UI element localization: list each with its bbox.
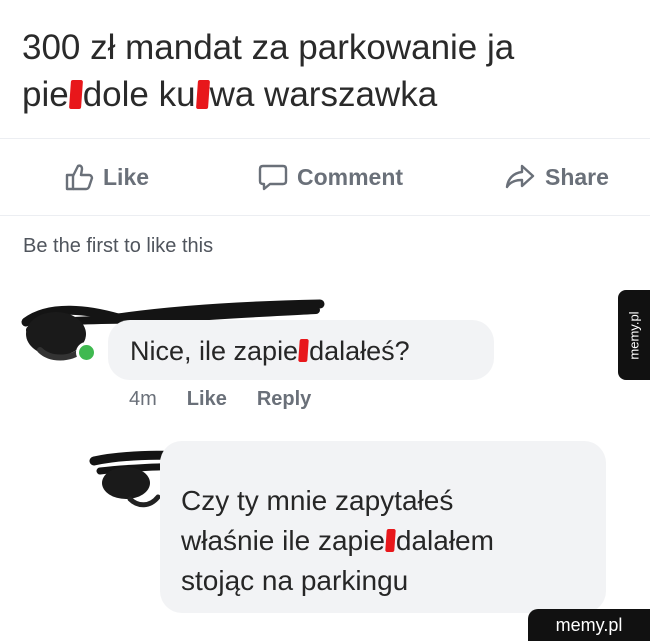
reply-text-part: właśnie ile zapie [181,525,385,556]
comment-button[interactable]: Comment [258,163,403,191]
share-label: Share [545,163,609,190]
reply-text-line-2: właśnie ile zapie dalałem [181,521,591,561]
comment-icon [258,163,288,191]
post-text: 300 zł mandat za parkowanie ja pie dole k… [22,24,622,118]
censor-bar [68,80,83,109]
post-text-part: wa warszawka [209,75,438,114]
watermark-corner-text: memy.pl [555,614,623,635]
likes-summary: Be the first to like this [23,235,214,257]
comment-label: Comment [297,163,404,190]
watermark-side: memy.pl [618,290,650,380]
comment-timestamp: 4m [129,388,157,410]
post-text-line-2: pie dole ku wa warszawka [22,71,622,118]
avatar[interactable] [89,447,323,508]
like-button[interactable]: Like [64,163,149,191]
censor-bar [195,80,210,109]
censor-bar [385,529,396,552]
reply-text-line-3: stojąc na parkingu [181,565,409,596]
comment-text-part: dalałeś? [309,336,410,366]
online-status-dot [76,342,97,363]
share-icon [504,163,536,191]
reply-text: Czy ty mnie zapytałeś właśnie ile zapie d… [181,481,591,601]
watermark-corner: memy.pl [528,609,650,641]
censor-bar [298,339,309,362]
reply-text-part: dalałem [395,525,494,556]
post-actions-bar: Like Comment Share [0,138,650,216]
post-text-part: pie [22,75,69,114]
share-button[interactable]: Share [504,163,609,191]
like-label: Like [103,163,150,190]
watermark-side-text: memy.pl [626,310,642,360]
post-text-part: dole ku [82,75,196,114]
comment-text-part: Nice, ile zapie [130,336,299,366]
thumbs-up-icon [64,163,94,191]
comment-text: Nice, ile zapie dalałeś? [130,336,410,367]
comment-reply-link[interactable]: Reply [257,388,311,411]
reply-text-line-1: Czy ty mnie zapytałeś [181,485,454,516]
comment-meta: 4m Like Reply [129,388,311,411]
post-text-line-1: 300 zł mandat za parkowanie ja [22,28,515,67]
comment-like-link[interactable]: Like [187,388,227,411]
